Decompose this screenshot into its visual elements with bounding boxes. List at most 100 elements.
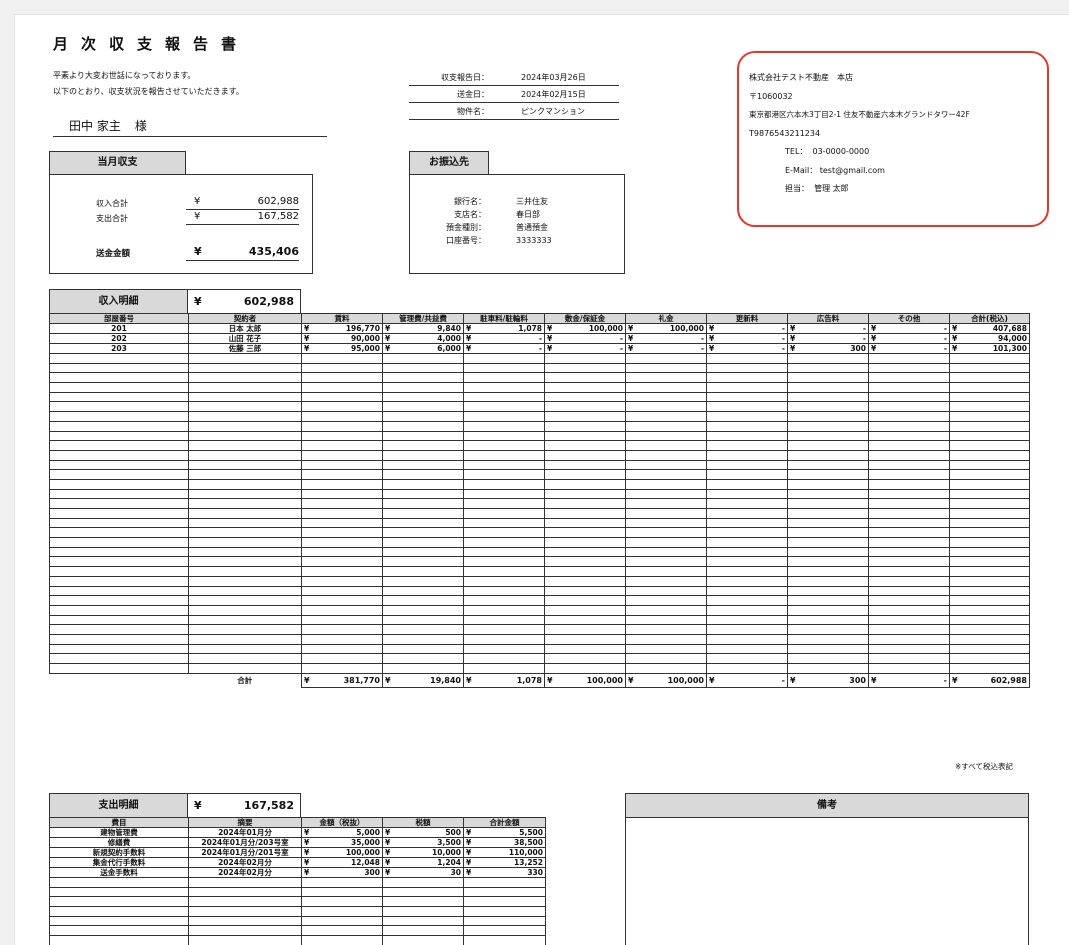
empty-cell — [49, 614, 189, 626]
expense-desc: 2024年02月分 — [188, 867, 302, 878]
meta-label: 送金日： — [457, 89, 489, 99]
empty-cell — [787, 411, 869, 422]
empty-cell — [49, 430, 189, 442]
report-meta: 収支報告日： 2024年03月26日 送金日： 2024年02月15日 物件名：… — [409, 69, 619, 120]
company-reg: T9876543211234 — [749, 128, 821, 138]
empty-cell — [787, 585, 869, 597]
empty-cell — [706, 566, 788, 577]
empty-cell — [625, 546, 707, 558]
empty-cell — [706, 488, 788, 500]
empty-cell — [49, 585, 189, 597]
empty-cell — [949, 478, 1030, 490]
empty-cell — [382, 372, 464, 384]
empty-cell — [949, 595, 1030, 606]
empty-cell — [625, 556, 707, 568]
meta-value: ピンクマンション — [521, 106, 585, 116]
meta-row: 物件名： ピンクマンション — [409, 103, 619, 120]
empty-cell — [868, 595, 950, 606]
summary-expense-label: 支出合計 — [96, 214, 128, 223]
empty-cell — [706, 595, 788, 606]
expense-col-header: 税額 — [382, 817, 464, 828]
report-title: 月次収支報告書 — [53, 35, 250, 53]
amount-cell: ¥ - — [868, 333, 950, 344]
empty-cell — [949, 575, 1030, 587]
intro-line-1: 平素より大変お世話になっております。 — [53, 71, 196, 80]
empty-cell — [706, 440, 788, 451]
table-row — [49, 440, 1030, 451]
empty-cell — [463, 906, 546, 917]
table-row: 集金代行手数料 2024年02月分 ¥12,048 ¥1,204 ¥13,252 — [49, 857, 546, 868]
table-row — [49, 915, 546, 927]
income-col-header: 駐車料/駐輪料 — [463, 313, 545, 324]
empty-cell — [868, 633, 950, 645]
empty-cell — [301, 411, 383, 422]
empty-cell — [301, 566, 383, 577]
empty-cell — [49, 469, 189, 480]
table-row — [49, 595, 1030, 606]
empty-cell — [301, 906, 383, 917]
income-col-header: 賃料 — [301, 313, 383, 324]
empty-cell — [463, 440, 545, 451]
empty-cell — [382, 604, 464, 616]
empty-cell — [544, 585, 626, 597]
empty-cell — [463, 430, 545, 442]
empty-cell — [188, 624, 302, 635]
table-row — [49, 906, 546, 917]
table-row — [49, 517, 1030, 529]
empty-cell — [301, 886, 383, 898]
empty-cell — [382, 527, 464, 539]
summary-expense-value: ¥167,582 — [186, 211, 299, 225]
empty-cell — [49, 925, 189, 937]
empty-cell — [787, 420, 869, 432]
empty-cell — [625, 440, 707, 451]
empty-cell — [301, 498, 383, 509]
empty-cell — [188, 537, 302, 548]
empty-cell — [787, 430, 869, 442]
empty-cell — [463, 527, 545, 539]
table-row — [49, 411, 1030, 422]
empty-cell — [949, 663, 1030, 674]
bank-label: 預金種別： — [446, 223, 486, 232]
empty-cell — [625, 353, 707, 364]
empty-cell — [301, 653, 383, 664]
empty-cell — [301, 508, 383, 519]
empty-cell — [625, 478, 707, 490]
empty-cell — [301, 469, 383, 480]
amount-cell: ¥ - — [787, 333, 869, 344]
meta-value: 2024年02月15日 — [521, 89, 586, 99]
empty-cell — [301, 401, 383, 413]
income-col-header: 部屋番号 — [49, 313, 189, 324]
amount-cell: ¥330 — [463, 867, 546, 878]
expense-item: 建物管理費 — [49, 827, 189, 838]
empty-cell — [49, 595, 189, 606]
empty-cell — [625, 595, 707, 606]
empty-cell — [463, 925, 546, 937]
table-row — [49, 478, 1030, 490]
amount-cell: ¥ - — [463, 343, 545, 354]
empty-cell — [787, 488, 869, 500]
empty-cell — [49, 498, 189, 509]
amount-cell: ¥38,500 — [463, 837, 546, 848]
bank-label: 支店名： — [454, 210, 486, 219]
bank-header: お振込先 — [409, 151, 489, 175]
table-row — [49, 469, 1030, 480]
table-row — [49, 508, 1030, 519]
empty-cell — [188, 546, 302, 558]
table-row — [49, 382, 1030, 393]
empty-cell — [949, 430, 1030, 442]
empty-cell — [382, 653, 464, 664]
empty-cell — [706, 643, 788, 655]
tel-value: 03-0000-0000 — [812, 147, 870, 156]
empty-cell — [706, 517, 788, 529]
tax-note: ※すべて税込表記 — [955, 762, 1013, 771]
owner-line: 田中 家主様 — [53, 117, 327, 137]
empty-cell — [787, 604, 869, 616]
empty-cell — [188, 517, 302, 529]
empty-cell — [787, 391, 869, 403]
income-table: 部屋番号 契約者 賃料 管理費/共益費 駐車料/駐輪料 敷金/保証金 礼金 更新料 広告料 その他… — [49, 313, 1030, 688]
empty-cell — [949, 401, 1030, 413]
empty-cell — [949, 508, 1030, 519]
amount-cell: ¥3,500 — [382, 837, 464, 848]
total-amount: ¥100,000 — [544, 672, 626, 688]
empty-cell — [382, 382, 464, 393]
